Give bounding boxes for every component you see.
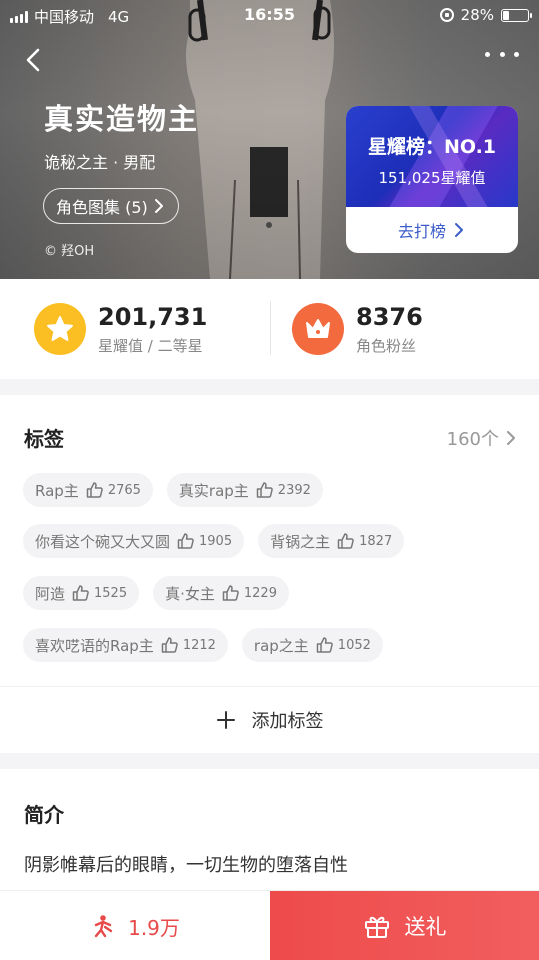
tag-row: 阿造 1525 真·女主 1229 [23,576,289,610]
fans-stat[interactable]: 8376 角色粉丝 [292,279,423,379]
plus-icon [216,711,235,729]
tag-chip[interactable]: 阿造 1525 [23,576,140,610]
thumbs-up-icon[interactable] [71,583,91,603]
tag-chip[interactable]: 真·女主 1229 [153,576,289,610]
fans-count: 1.9万 [128,915,180,940]
tag-chip[interactable]: 真实rap主 2392 [166,473,323,507]
tag-like-count: 1052 [337,637,371,653]
send-gift-label: 送礼 [404,915,447,939]
tag-chip[interactable]: 你看这个碗又大又圆 1905 [23,524,245,558]
thumbs-up-icon[interactable] [315,635,335,655]
tag-like-count: 1229 [243,585,277,601]
add-tag-label: 添加标签 [251,711,324,732]
add-tag-button[interactable]: 添加标签 [0,686,539,753]
tag-name: rap之主 [253,636,309,655]
thumbs-up-icon[interactable] [221,583,241,603]
tag-name: 阿造 [35,584,66,603]
more-dots-icon [485,51,490,57]
status-bar: 中国移动 4G 16:55 28% [0,0,539,32]
tag-row: 你看这个碗又大又圆 1905 背锅之主 1827 [23,524,405,558]
tag-row: Rap主 2765 真实rap主 2392 [23,473,323,507]
gallery-button-label: 角色图集 (5) [56,198,148,217]
fans-button[interactable]: 1.9万 [0,891,270,960]
tag-row: 喜欢呓语的Rap主 1212 rap之主 1052 [23,628,383,662]
thumbs-up-icon[interactable] [336,531,356,551]
tag-name: 喜欢呓语的Rap主 [35,636,154,655]
chevron-right-icon [455,223,463,237]
character-name: 真实造物主 [44,102,200,136]
tags-count: 160个 [446,429,499,450]
vote-rank-button[interactable]: 去打榜 [346,207,518,253]
tag-like-count: 1525 [94,585,128,601]
send-gift-button[interactable]: 送礼 [270,891,539,960]
thumbs-up-icon[interactable] [160,635,180,655]
star-value-stat[interactable]: 201,731 星耀值 / 二等星 [34,279,207,379]
artwork-credit: © 羟OH [44,244,95,259]
battery-icon [501,8,532,22]
more-options-button[interactable] [485,44,519,64]
rank-card[interactable]: 星耀榜：NO.1 151,025星耀值 去打榜 [346,106,518,253]
crown-icon [292,303,344,355]
fans-icon [94,915,113,938]
tag-like-count: 1212 [182,637,216,653]
chevron-left-icon [26,48,40,72]
tag-name: 你看这个碗又大又圆 [35,532,171,551]
rank-value: 151,025星耀值 [378,169,486,187]
thumbs-up-icon[interactable] [176,531,196,551]
star-value: 201,731 [98,302,208,331]
intro-title: 简介 [24,803,64,827]
back-button[interactable] [18,44,50,76]
star-value-label: 星耀值 / 二等星 [98,336,203,355]
tag-chip[interactable]: rap之主 1052 [241,628,383,662]
chevron-right-icon [154,199,163,213]
gallery-button[interactable]: 角色图集 (5) [43,188,179,224]
fans-value: 8376 [356,302,423,331]
tags-section: 标签 160个 Rap主 2765 真实rap主 2392 你看这个碗又大又圆 1905 背… [0,395,539,753]
tag-like-count: 2765 [107,482,141,498]
star-icon [34,303,86,355]
tag-chip[interactable]: 喜欢呓语的Rap主 1212 [23,628,228,662]
tags-count-button[interactable]: 160个 [447,425,517,451]
gift-icon [364,916,389,938]
vote-rank-label: 去打榜 [397,222,446,241]
character-meta: 诡秘之主 · 男配 [44,153,156,172]
intro-text: 阴影帷幕后的眼睛，一切生物的堕落自性 [24,855,348,876]
chevron-right-icon [507,431,515,445]
tag-like-count: 1905 [199,533,233,549]
tag-name: 背锅之主 [270,532,331,551]
tag-chip[interactable]: 背锅之主 1827 [258,524,405,558]
character-header: 中国移动 4G 16:55 28% 真实造物主 诡秘之主 · 男配 角色图集 (… [0,0,539,279]
stats-panel: 201,731 星耀值 / 二等星 8376 角色粉丝 [0,279,539,379]
tag-like-count: 2392 [277,482,311,498]
tag-name: 真实rap主 [178,481,249,500]
tags-title: 标签 [24,427,64,451]
fans-label: 角色粉丝 [356,336,417,355]
bottom-action-bar: 1.9万 送礼 [0,890,539,960]
thumbs-up-icon[interactable] [255,480,275,500]
thumbs-up-icon[interactable] [85,480,105,500]
tag-like-count: 1827 [359,533,393,549]
rotation-lock-icon [439,8,454,22]
tag-name: Rap主 [35,481,79,500]
tag-chip[interactable]: Rap主 2765 [23,473,153,507]
tag-name: 真·女主 [165,584,215,603]
battery-percent: 28% [460,6,494,24]
rank-title: 星耀榜：NO.1 [367,136,497,158]
